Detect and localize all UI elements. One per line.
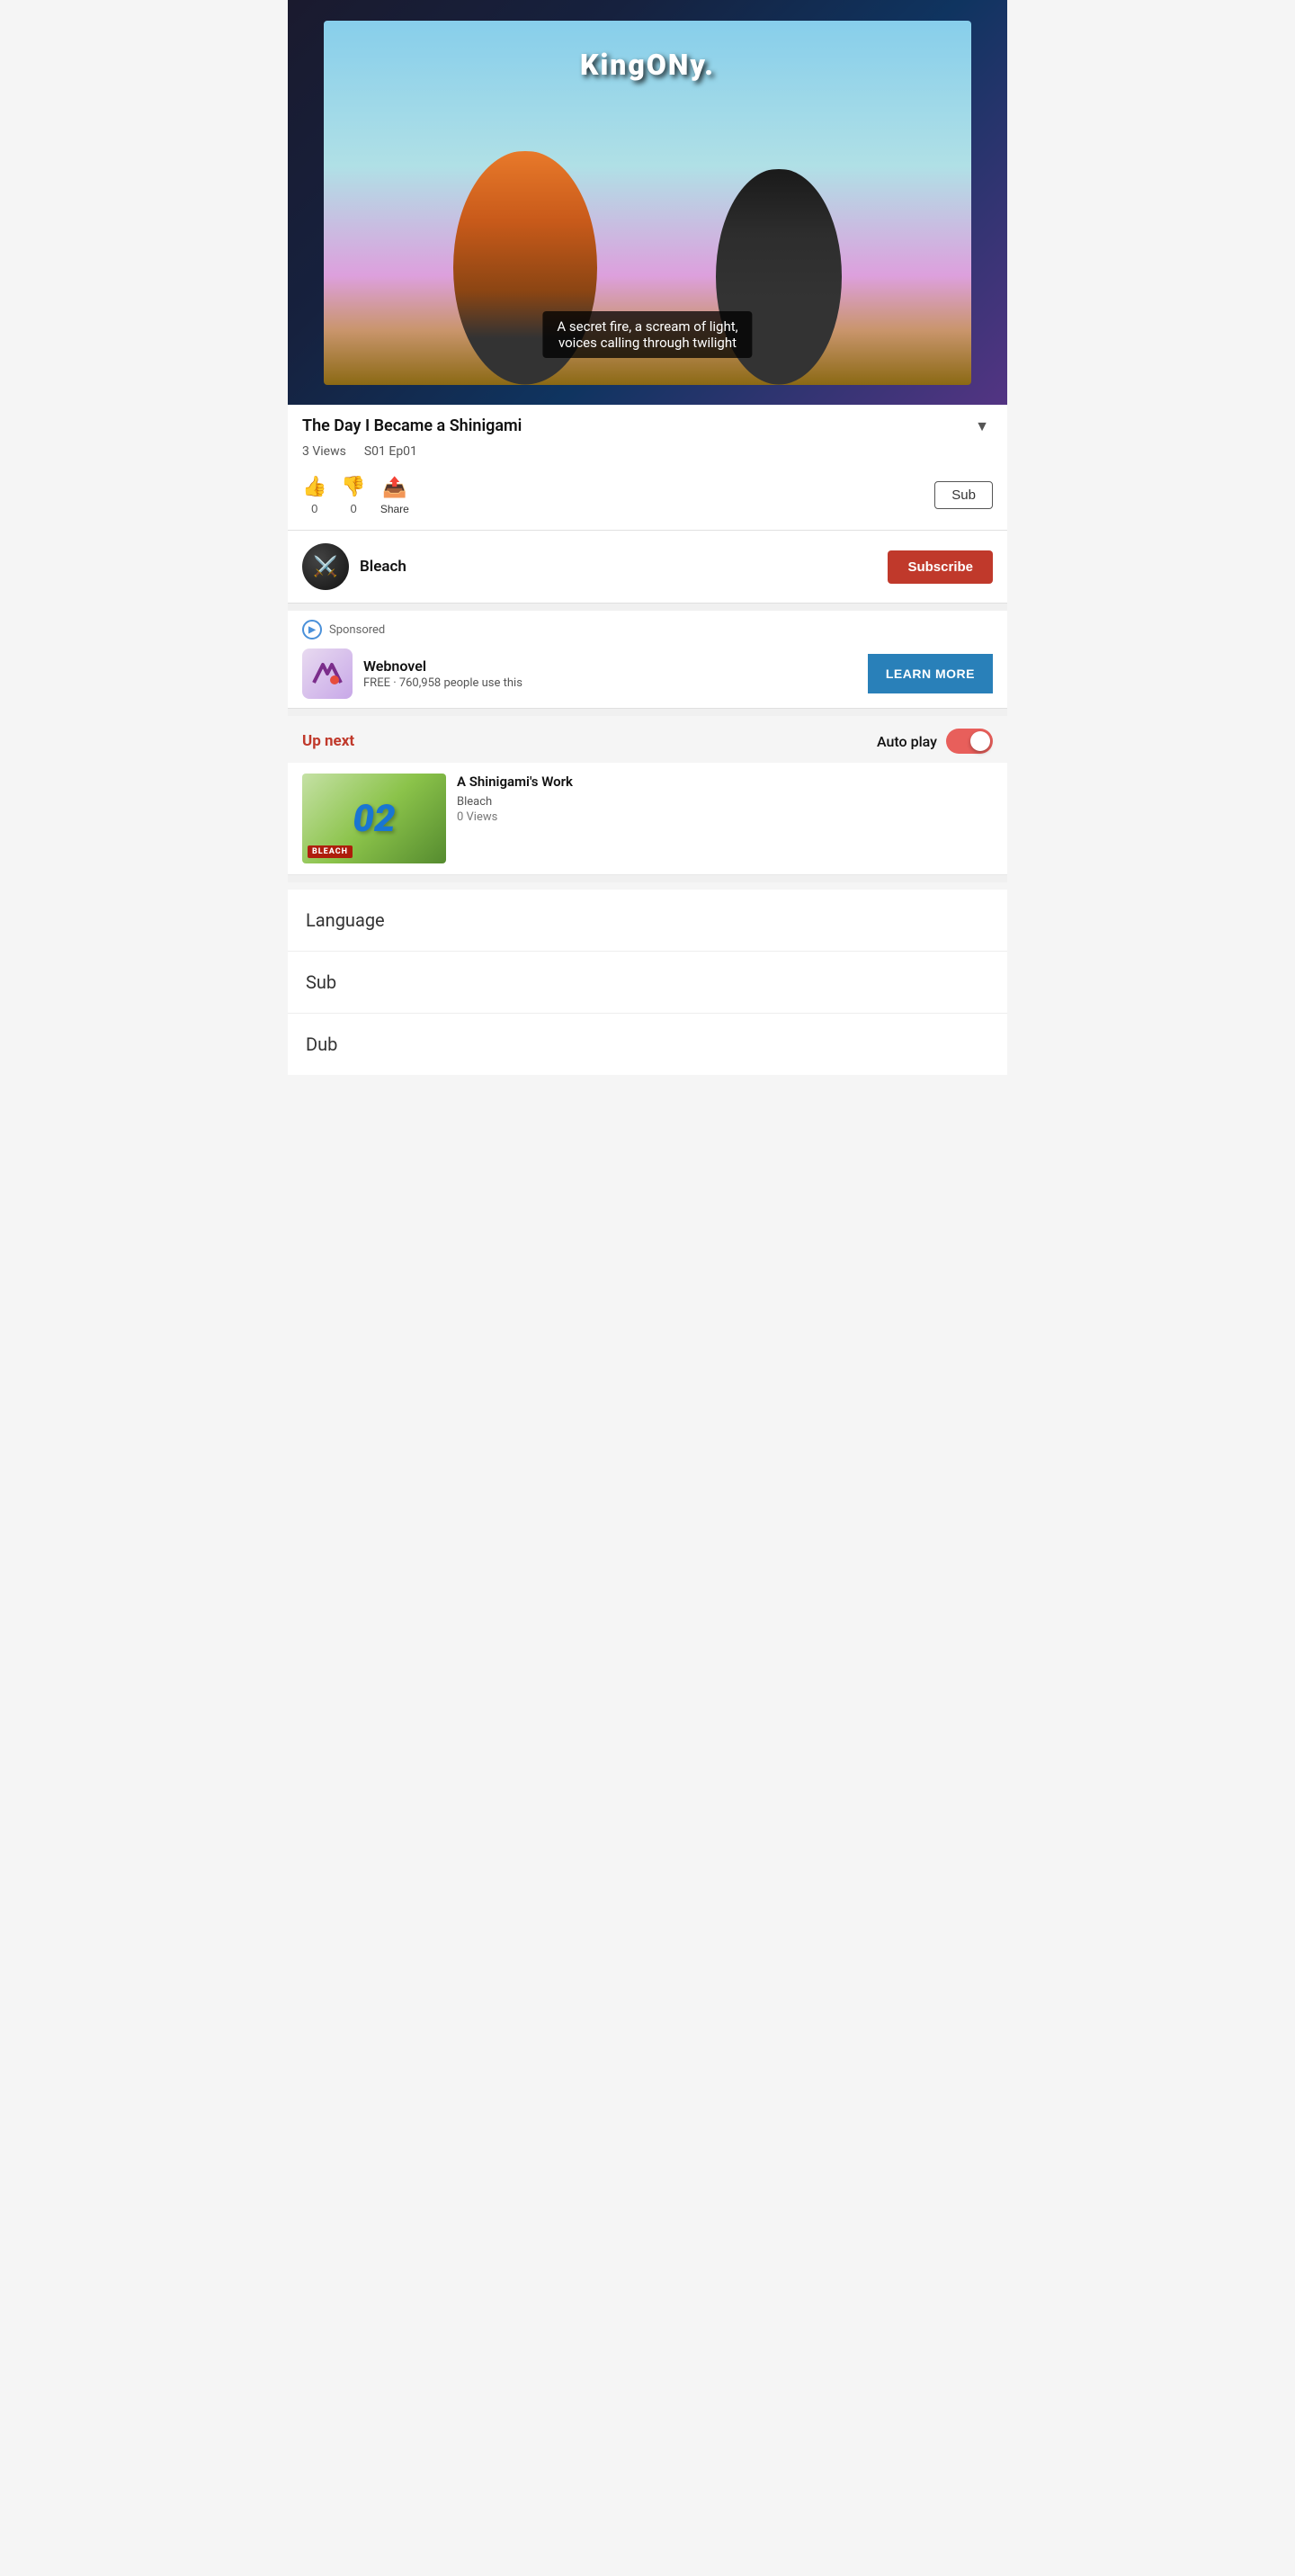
sub-lang-button[interactable]: Sub [934, 481, 993, 509]
like-count: 0 [311, 502, 317, 515]
channel-name: Bleach [360, 558, 888, 576]
autoplay-toggle[interactable] [946, 729, 993, 754]
divider-3 [288, 875, 1007, 882]
ad-logo [302, 648, 353, 699]
thumb-series-label: BLEACH [308, 845, 353, 858]
chevron-down-button[interactable]: ▼ [971, 416, 993, 439]
thumb-episode-number: 02 [353, 797, 395, 841]
video-player[interactable]: KingONy. A secret fire, a scream of ligh… [288, 0, 1007, 405]
chevron-down-icon: ▼ [975, 419, 989, 434]
ad-title: Webnovel [363, 657, 857, 675]
next-video-views: 0 Views [457, 810, 993, 824]
video-title: The Day I Became a Shinigami [302, 416, 964, 436]
subscribe-button[interactable]: Subscribe [888, 550, 993, 584]
channel-avatar[interactable]: ⚔️ [302, 543, 349, 590]
autoplay-row: Auto play [877, 729, 993, 754]
autoplay-text: Auto play [877, 733, 937, 750]
sponsored-play-icon: ▶ [302, 620, 322, 640]
sponsored-section: ▶ Sponsored Webnovel FREE · 760,958 peop… [288, 611, 1007, 709]
divider-2 [288, 709, 1007, 716]
video-info-section: The Day I Became a Shinigami ▼ 3 Views S… [288, 405, 1007, 531]
video-logo: KingONy. [580, 48, 715, 82]
next-video-title: A Shinigami's Work [457, 774, 993, 792]
avatar-image: ⚔️ [302, 543, 349, 590]
sponsored-label-text: Sponsored [329, 623, 385, 637]
share-label: Share [380, 503, 409, 515]
next-video-info: A Shinigami's Work Bleach 0 Views [457, 774, 993, 863]
channel-row: ⚔️ Bleach Subscribe [288, 531, 1007, 604]
share-icon: 📤 [382, 476, 406, 499]
like-button[interactable]: 👍 0 [302, 471, 341, 519]
learn-more-button[interactable]: LEARN MORE [868, 654, 993, 693]
next-video-channel: Bleach [457, 795, 993, 809]
thumbs-up-icon: 👍 [302, 475, 326, 498]
thumbs-down-icon: 👎 [341, 475, 365, 498]
ad-info: Webnovel FREE · 760,958 people use this [363, 657, 857, 690]
share-button[interactable]: 📤 Share [380, 472, 424, 519]
ad-row[interactable]: Webnovel FREE · 760,958 people use this … [302, 648, 993, 699]
bottom-language-menu: Language Sub Dub [288, 890, 1007, 1075]
next-video-thumbnail: 02 BLEACH [302, 774, 446, 863]
menu-item-language: Language [288, 890, 1007, 952]
menu-item-dub[interactable]: Dub [288, 1014, 1007, 1075]
episode-label: S01 Ep01 [364, 444, 417, 459]
up-next-header: Up next Auto play [288, 716, 1007, 763]
next-video-item[interactable]: 02 BLEACH A Shinigami's Work Bleach 0 Vi… [288, 763, 1007, 875]
up-next-label: Up next [302, 732, 354, 750]
dislike-count: 0 [350, 502, 356, 515]
view-count: 3 Views [302, 444, 346, 459]
ad-subtitle: FREE · 760,958 people use this [363, 676, 857, 690]
menu-item-sub[interactable]: Sub [288, 952, 1007, 1014]
divider-1 [288, 604, 1007, 611]
dislike-button[interactable]: 👎 0 [341, 471, 380, 519]
toggle-thumb [970, 731, 990, 751]
video-subtitle: A secret fire, a scream of light, voices… [542, 311, 752, 358]
